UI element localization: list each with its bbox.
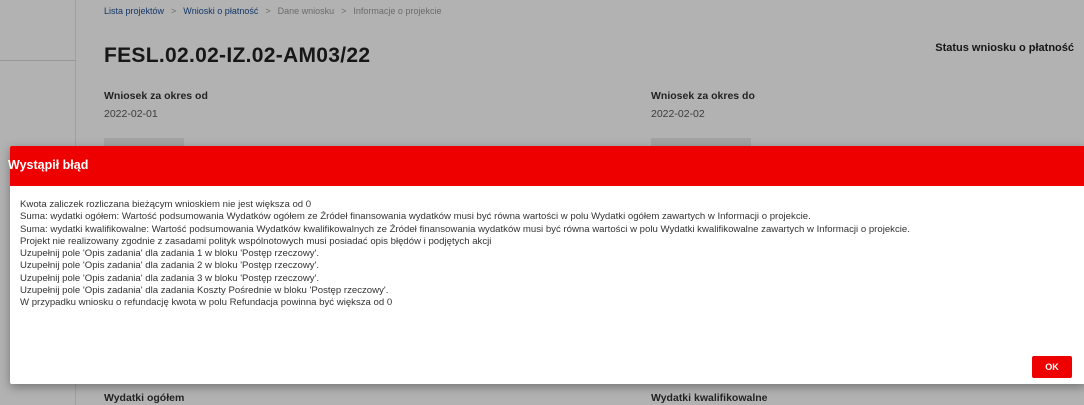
error-message: Kwota zaliczek rozliczana bieżącym wnios… bbox=[20, 199, 312, 210]
error-message: W przypadku wniosku o refundację kwota w… bbox=[20, 297, 393, 309]
error-message: Uzupełnij pole 'Opis zadania' dla zadani… bbox=[20, 285, 389, 297]
error-message: Uzupełnij pole 'Opis zadania' dla zadani… bbox=[20, 272, 320, 284]
dialog-title: Wystąpił błąd bbox=[8, 158, 88, 172]
error-message: Suma: wydatki ogółem: Wartość podsumowan… bbox=[20, 211, 811, 223]
error-message: Projekt nie realizowany zgodnie z zasada… bbox=[20, 235, 492, 247]
error-dialog: Wystąpił błąd Kwota zaliczek rozliczana … bbox=[8, 146, 1084, 384]
error-message: Uzupełnij pole 'Opis zadania' dla zadani… bbox=[20, 260, 320, 272]
dialog-header: Wystąpił błąd bbox=[8, 146, 1084, 186]
dialog-title-text: Wystąpił błąd bbox=[8, 158, 89, 172]
error-message-list: Kwota zaliczek rozliczana bieżącym wnios… bbox=[20, 199, 1060, 310]
ok-button[interactable]: OK bbox=[1032, 356, 1072, 378]
error-message: Suma: wydatki kwalifikowalne: Wartość po… bbox=[20, 223, 910, 235]
error-message: Uzupełnij pole 'Opis zadania' dla zadani… bbox=[20, 248, 320, 260]
